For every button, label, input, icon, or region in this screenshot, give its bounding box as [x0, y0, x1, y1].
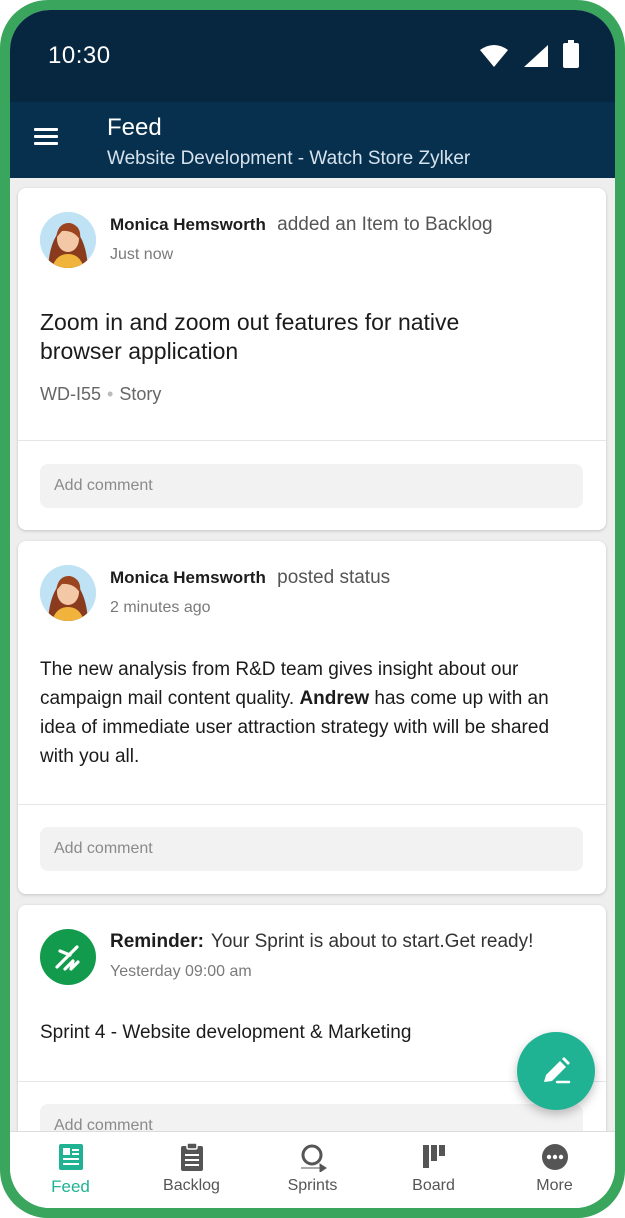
- nav-board[interactable]: Board: [373, 1132, 494, 1208]
- device-frame: 10:30 Feed Website Development - Watch S…: [0, 0, 625, 1218]
- avatar[interactable]: [40, 565, 96, 621]
- nav-sprints[interactable]: Sprints: [252, 1132, 373, 1208]
- pencil-icon: [544, 1057, 571, 1084]
- divider: [18, 440, 606, 441]
- app-bar: Feed Website Development - Watch Store Z…: [10, 102, 615, 178]
- author-name[interactable]: Monica Hemsworth: [110, 568, 266, 587]
- wifi-icon: [480, 45, 508, 67]
- activity-action: posted status: [277, 567, 391, 588]
- reminder-line: Reminder: Your Sprint is about to start.…: [110, 931, 533, 953]
- bottom-navigation: Feed Backlog Sprints Board More: [10, 1131, 615, 1208]
- separator-dot: •: [107, 384, 114, 404]
- battery-icon: [563, 40, 579, 68]
- nav-feed[interactable]: Feed: [10, 1132, 131, 1208]
- add-comment-input[interactable]: Add comment: [40, 827, 583, 871]
- mention-andrew[interactable]: Andrew: [299, 688, 369, 709]
- sprint-reminder-icon: [40, 929, 96, 985]
- item-type: Story: [119, 384, 162, 404]
- nav-more[interactable]: More: [494, 1132, 615, 1208]
- nav-sprints-label: Sprints: [287, 1177, 338, 1194]
- project-subtitle: Website Development - Watch Store Zylker: [107, 148, 471, 169]
- page-title: Feed: [107, 114, 162, 141]
- feed-icon: [58, 1144, 83, 1170]
- clipboard-icon: [180, 1142, 203, 1171]
- status-text: The new analysis from R&D team gives ins…: [40, 655, 585, 771]
- nav-backlog-label: Backlog: [163, 1177, 220, 1194]
- divider: [18, 804, 606, 805]
- sprint-name[interactable]: Sprint 4 - Website development & Marketi…: [40, 1018, 585, 1047]
- add-comment-input[interactable]: Add comment: [40, 1104, 583, 1131]
- item-id: WD-I55: [40, 384, 102, 404]
- item-title[interactable]: Zoom in and zoom out features for native…: [40, 308, 459, 366]
- nav-board-label: Board: [412, 1177, 455, 1194]
- board-icon: [422, 1145, 445, 1168]
- activity-line: Monica Hemsworth posted status: [110, 567, 390, 589]
- activity-line: Monica Hemsworth added an Item to Backlo…: [110, 214, 493, 236]
- activity-action: added an Item to Backlog: [277, 214, 493, 235]
- cell-signal-icon: [524, 45, 548, 67]
- item-meta: WD-I55 • Story: [40, 384, 161, 405]
- sprint-loop-icon: [300, 1144, 327, 1172]
- add-comment-input[interactable]: Add comment: [40, 464, 583, 508]
- status-bar: 10:30: [10, 10, 615, 102]
- nav-feed-label: Feed: [51, 1177, 90, 1196]
- screen: 10:30 Feed Website Development - Watch S…: [10, 10, 615, 1208]
- status-time: 10:30: [48, 42, 111, 69]
- activity-time: 2 minutes ago: [110, 599, 211, 616]
- more-dots-icon: [541, 1144, 568, 1170]
- feed-card-status[interactable]: Monica Hemsworth posted status 2 minutes…: [18, 541, 606, 894]
- feed-list[interactable]: Monica Hemsworth added an Item to Backlo…: [10, 178, 615, 1131]
- compose-button[interactable]: [517, 1032, 595, 1110]
- item-title-line-2: browser application: [40, 338, 239, 364]
- reminder-label: Reminder:: [110, 931, 204, 952]
- author-name[interactable]: Monica Hemsworth: [110, 215, 266, 234]
- reminder-message: Your Sprint is about to start.Get ready!: [210, 931, 534, 952]
- status-icons: [479, 40, 579, 68]
- nav-more-label: More: [536, 1177, 573, 1194]
- reminder-time: Yesterday 09:00 am: [110, 963, 252, 980]
- avatar[interactable]: [40, 212, 96, 268]
- activity-time: Just now: [110, 246, 174, 263]
- item-title-line-1: Zoom in and zoom out features for native: [40, 309, 460, 335]
- nav-backlog[interactable]: Backlog: [131, 1132, 252, 1208]
- feed-card-backlog-item[interactable]: Monica Hemsworth added an Item to Backlo…: [18, 188, 606, 530]
- menu-icon[interactable]: [32, 124, 62, 154]
